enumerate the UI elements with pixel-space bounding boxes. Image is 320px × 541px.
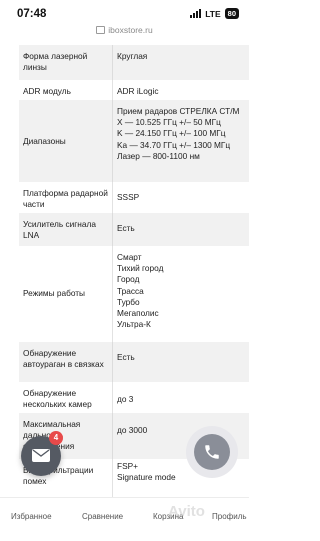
spec-row: Обнаружение автоураган в связках Есть bbox=[19, 342, 249, 382]
spec-row: Обнаружение нескольких камер до 3 bbox=[19, 382, 249, 413]
spec-value: Круглая bbox=[112, 45, 249, 80]
spec-row: Усилитель сигнала LNA Есть bbox=[19, 213, 249, 246]
spec-value: Смарт Тихий город Город Трасса Турбо Мег… bbox=[112, 246, 249, 342]
spec-value: ADR iLogic bbox=[112, 80, 249, 100]
nav-profile[interactable]: Профиль bbox=[212, 512, 247, 521]
call-button-inner bbox=[194, 434, 230, 470]
signal-icon bbox=[190, 9, 202, 18]
spec-value: Есть bbox=[112, 213, 249, 246]
spec-key: Усилитель сигнала LNA bbox=[23, 219, 96, 240]
phone-icon bbox=[205, 445, 219, 459]
nav-favorites[interactable]: Избранное bbox=[11, 512, 52, 521]
nav-compare[interactable]: Сравнение bbox=[82, 512, 123, 521]
status-indicators: LTE 80 bbox=[190, 8, 239, 19]
chat-badge: 4 bbox=[49, 431, 63, 445]
spec-key: Форма лазерной линзы bbox=[23, 51, 88, 72]
status-time: 07:48 bbox=[17, 8, 47, 20]
spec-key: ADR модуль bbox=[23, 86, 71, 96]
bottom-nav: Избранное Сравнение Корзина Профиль bbox=[0, 497, 249, 541]
spec-value: Есть bbox=[112, 342, 249, 382]
call-button[interactable] bbox=[186, 426, 238, 478]
battery-icon: 80 bbox=[224, 8, 239, 19]
spec-key: Режимы работы bbox=[23, 288, 86, 298]
spec-row: ADR модуль ADR iLogic bbox=[19, 80, 249, 100]
envelope-icon bbox=[32, 449, 50, 462]
lock-icon bbox=[96, 25, 106, 34]
network-type: LTE bbox=[205, 8, 221, 19]
spec-key: Диапазоны bbox=[23, 136, 66, 146]
spec-value: Прием радаров СТРЕЛКА СТ/М X — 10.525 ГГ… bbox=[112, 100, 249, 182]
spec-key: Платформа радарной части bbox=[23, 188, 108, 209]
spec-key: Обнаружение нескольких камер bbox=[23, 388, 92, 409]
spec-row: Форма лазерной линзы Круглая bbox=[19, 45, 249, 80]
spec-value: до 3 bbox=[112, 382, 249, 413]
spec-row: Режимы работы Смарт Тихий город Город Тр… bbox=[19, 246, 249, 342]
spec-row: Платформа радарной части SSSP bbox=[19, 182, 249, 213]
spec-key: Обнаружение автоураган в связках bbox=[23, 348, 104, 369]
avito-watermark: Avito bbox=[168, 503, 205, 520]
url-text: iboxstore.ru bbox=[108, 25, 153, 35]
spec-value: SSSP bbox=[112, 182, 249, 213]
spec-row: Диапазоны Прием радаров СТРЕЛКА СТ/М X —… bbox=[19, 100, 249, 182]
status-bar: 07:48 LTE 80 bbox=[0, 0, 249, 26]
address-bar[interactable]: iboxstore.ru bbox=[0, 25, 249, 39]
